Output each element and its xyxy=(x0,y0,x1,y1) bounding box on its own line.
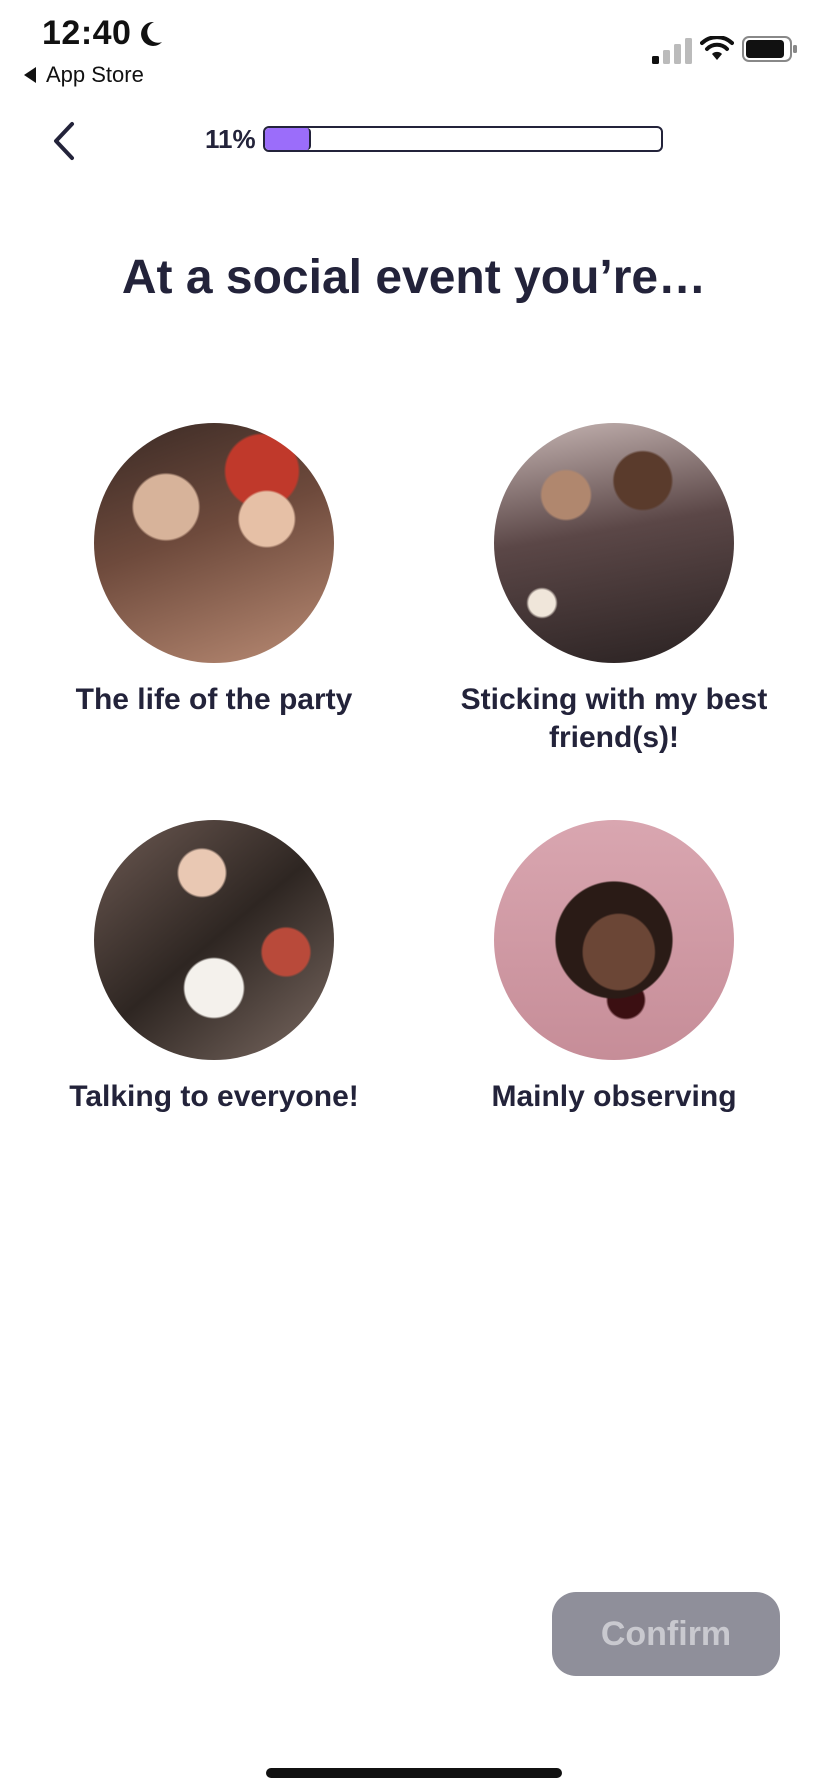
wifi-icon xyxy=(700,36,734,60)
option-mainly-observing[interactable]: Mainly observing xyxy=(424,820,804,1116)
progress-percent: 11% xyxy=(205,124,256,154)
question-title: At a social event you’re… xyxy=(121,251,707,304)
option-life-of-party[interactable]: The life of the party xyxy=(24,423,404,719)
status-time: 12:40 xyxy=(42,14,132,52)
option-best-friends[interactable]: Sticking with my best friend(s)! xyxy=(424,423,804,757)
back-button[interactable] xyxy=(48,120,82,162)
option-label: Talking to everyone! xyxy=(69,1080,359,1113)
progress-bar xyxy=(263,126,663,152)
back-triangle-icon xyxy=(24,67,36,83)
home-indicator xyxy=(266,1768,562,1778)
option-photo xyxy=(494,820,734,1060)
option-photo xyxy=(94,820,334,1060)
option-talking-to-everyone[interactable]: Talking to everyone! xyxy=(24,820,404,1116)
moon-icon xyxy=(141,21,162,46)
option-photo xyxy=(494,423,734,663)
cellular-signal-icon xyxy=(652,38,692,64)
option-label: The life of the party xyxy=(75,683,353,716)
progress-fill xyxy=(265,128,311,150)
back-to-app-store[interactable]: App Store xyxy=(24,62,144,88)
back-app-label: App Store xyxy=(46,62,144,87)
option-label: Mainly observing xyxy=(491,1080,737,1113)
option-label: Sticking with my best friend(s)! xyxy=(460,683,768,754)
confirm-button[interactable]: Confirm xyxy=(552,1592,780,1676)
option-photo xyxy=(94,423,334,663)
battery-icon xyxy=(742,36,797,62)
